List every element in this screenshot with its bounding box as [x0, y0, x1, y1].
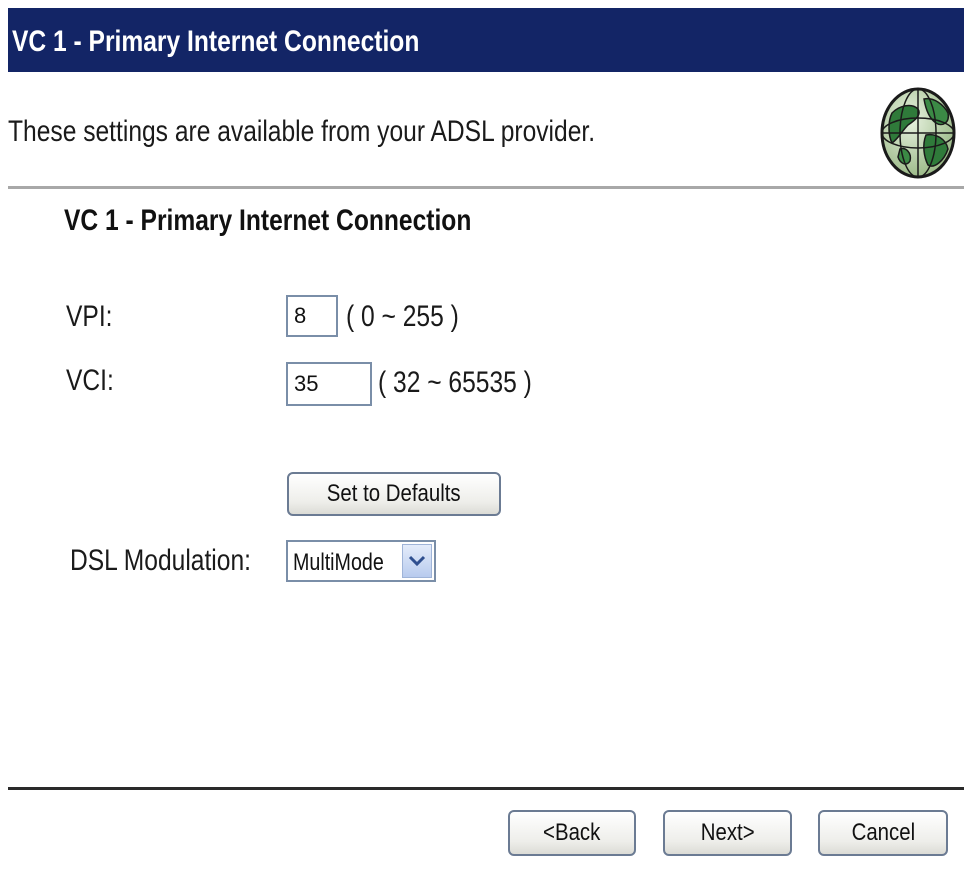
set-to-defaults-button[interactable]: Set to Defaults — [287, 472, 501, 516]
vpi-input[interactable] — [286, 295, 338, 337]
dsl-modulation-label: DSL Modulation: — [70, 544, 251, 577]
vpi-label: VPI: — [66, 300, 113, 333]
vci-label: VCI: — [66, 364, 114, 397]
next-button-label: Next> — [700, 819, 755, 846]
chevron-down-icon — [408, 555, 426, 567]
next-button[interactable]: Next> — [663, 810, 792, 856]
set-to-defaults-label: Set to Defaults — [327, 480, 461, 507]
back-button-label: <Back — [543, 819, 601, 846]
vci-input[interactable] — [286, 362, 372, 406]
header-divider — [8, 186, 964, 189]
window-title: VC 1 - Primary Internet Connection — [12, 25, 420, 58]
dsl-modulation-select[interactable]: MultiMode — [286, 540, 436, 582]
section-heading: VC 1 - Primary Internet Connection — [64, 204, 472, 237]
footer-divider — [8, 787, 964, 790]
vci-range: ( 32 ~ 65535 ) — [378, 366, 532, 399]
cancel-button-label: Cancel — [851, 819, 915, 846]
dsl-modulation-value: MultiMode — [293, 549, 384, 576]
vpi-range: ( 0 ~ 255 ) — [346, 300, 459, 333]
title-bar: VC 1 - Primary Internet Connection — [8, 8, 964, 72]
cancel-button[interactable]: Cancel — [818, 810, 948, 856]
globe-icon — [878, 83, 958, 179]
back-button[interactable]: <Back — [508, 810, 636, 856]
dropdown-arrow-button[interactable] — [402, 544, 432, 578]
page-description: These settings are available from your A… — [8, 115, 596, 148]
